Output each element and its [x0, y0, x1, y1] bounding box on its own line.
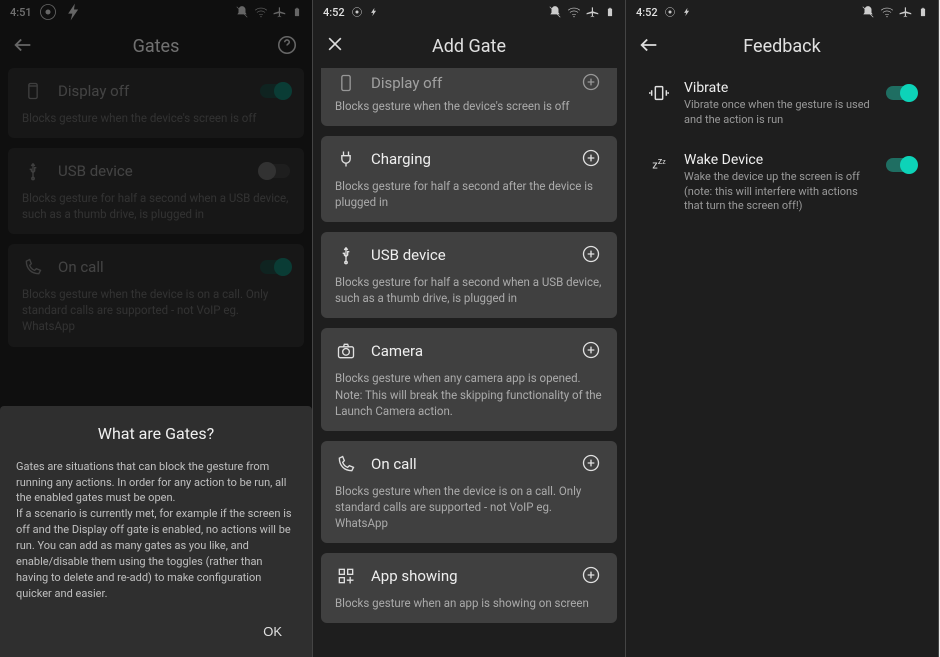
item-title: Vibrate: [684, 80, 872, 96]
gate-title: On call: [371, 455, 567, 473]
airplane-icon: [586, 5, 600, 19]
bolt-icon: [369, 6, 379, 18]
camera-icon: [335, 340, 357, 362]
gate-title: App showing: [371, 567, 567, 585]
gate-desc: Blocks gesture when an app is showing on…: [335, 595, 603, 611]
gate-desc: Blocks gesture for half a second when a …: [335, 274, 603, 306]
feedback-item[interactable]: Vibrate Vibrate once when the gesture is…: [634, 68, 930, 140]
add-gate-button[interactable]: [581, 565, 603, 587]
gate-title: Charging: [371, 150, 567, 168]
phone-icon: [335, 453, 357, 475]
item-desc: Vibrate once when the gesture is used an…: [684, 98, 872, 128]
item-title: Wake Device: [684, 152, 872, 168]
status-time: 4:52: [636, 6, 658, 19]
gate-desc: Blocks gesture when the device's screen …: [335, 98, 603, 114]
gate-title: Camera: [371, 342, 567, 360]
page-title: Add Gate: [349, 36, 589, 57]
dialog-overlay[interactable]: What are Gates? Gates are situations tha…: [0, 0, 312, 657]
gate-desc: Blocks gesture when the device is on a c…: [335, 483, 603, 531]
feedback-toggle[interactable]: [886, 86, 916, 100]
gate-title: USB device: [371, 246, 567, 264]
bell-off-icon: [861, 5, 875, 19]
add-gate-button[interactable]: [581, 453, 603, 475]
dialog-title: What are Gates?: [16, 424, 296, 443]
back-button[interactable]: [638, 34, 662, 58]
gate-title: Display off: [371, 74, 567, 92]
item-desc: Wake the device up the screen is off (no…: [684, 170, 872, 215]
gate-desc: Blocks gesture when any camera app is op…: [335, 370, 603, 418]
airplane-icon: [899, 5, 913, 19]
gate-card[interactable]: Camera Blocks gesture when any camera ap…: [321, 328, 617, 430]
target-icon: [351, 6, 363, 18]
wifi-icon: [567, 5, 581, 19]
app-bar: Feedback: [626, 24, 938, 68]
sleep-icon: zzz: [648, 154, 670, 176]
close-button[interactable]: [325, 34, 349, 58]
bolt-icon: [682, 6, 692, 18]
status-bar: 4:52: [626, 0, 938, 24]
gate-card[interactable]: On call Blocks gesture when the device i…: [321, 441, 617, 543]
bell-off-icon: [548, 5, 562, 19]
gate-card-partial[interactable]: Display off Blocks gesture when the devi…: [321, 68, 617, 126]
gate-card[interactable]: App showing Blocks gesture when an app i…: [321, 553, 617, 623]
plug-icon: [335, 148, 357, 170]
add-gate-button[interactable]: [581, 340, 603, 362]
usb-icon: [335, 244, 357, 266]
add-gate-button[interactable]: [581, 244, 603, 266]
gate-desc: Blocks gesture for half a second after t…: [335, 178, 603, 210]
display-icon: [335, 72, 357, 94]
battery-icon: [605, 5, 615, 19]
add-gate-button[interactable]: [581, 148, 603, 170]
dialog-body: Gates are situations that can block the …: [16, 459, 296, 602]
wifi-icon: [880, 5, 894, 19]
apps-icon: [335, 565, 357, 587]
page-title: Feedback: [662, 36, 902, 57]
what-are-gates-dialog: What are Gates? Gates are situations tha…: [0, 406, 312, 657]
gate-card[interactable]: USB device Blocks gesture for half a sec…: [321, 232, 617, 318]
status-bar: 4:52: [313, 0, 625, 24]
vibrate-icon: [648, 82, 670, 104]
target-icon: [664, 6, 676, 18]
status-time: 4:52: [323, 6, 345, 19]
app-bar: Add Gate: [313, 24, 625, 68]
battery-icon: [918, 5, 928, 19]
dialog-ok-button[interactable]: OK: [249, 618, 296, 645]
feedback-toggle[interactable]: [886, 158, 916, 172]
feedback-item[interactable]: zzz Wake Device Wake the device up the s…: [634, 140, 930, 227]
add-gate-button[interactable]: [581, 72, 603, 94]
gate-card[interactable]: Charging Blocks gesture for half a secon…: [321, 136, 617, 222]
